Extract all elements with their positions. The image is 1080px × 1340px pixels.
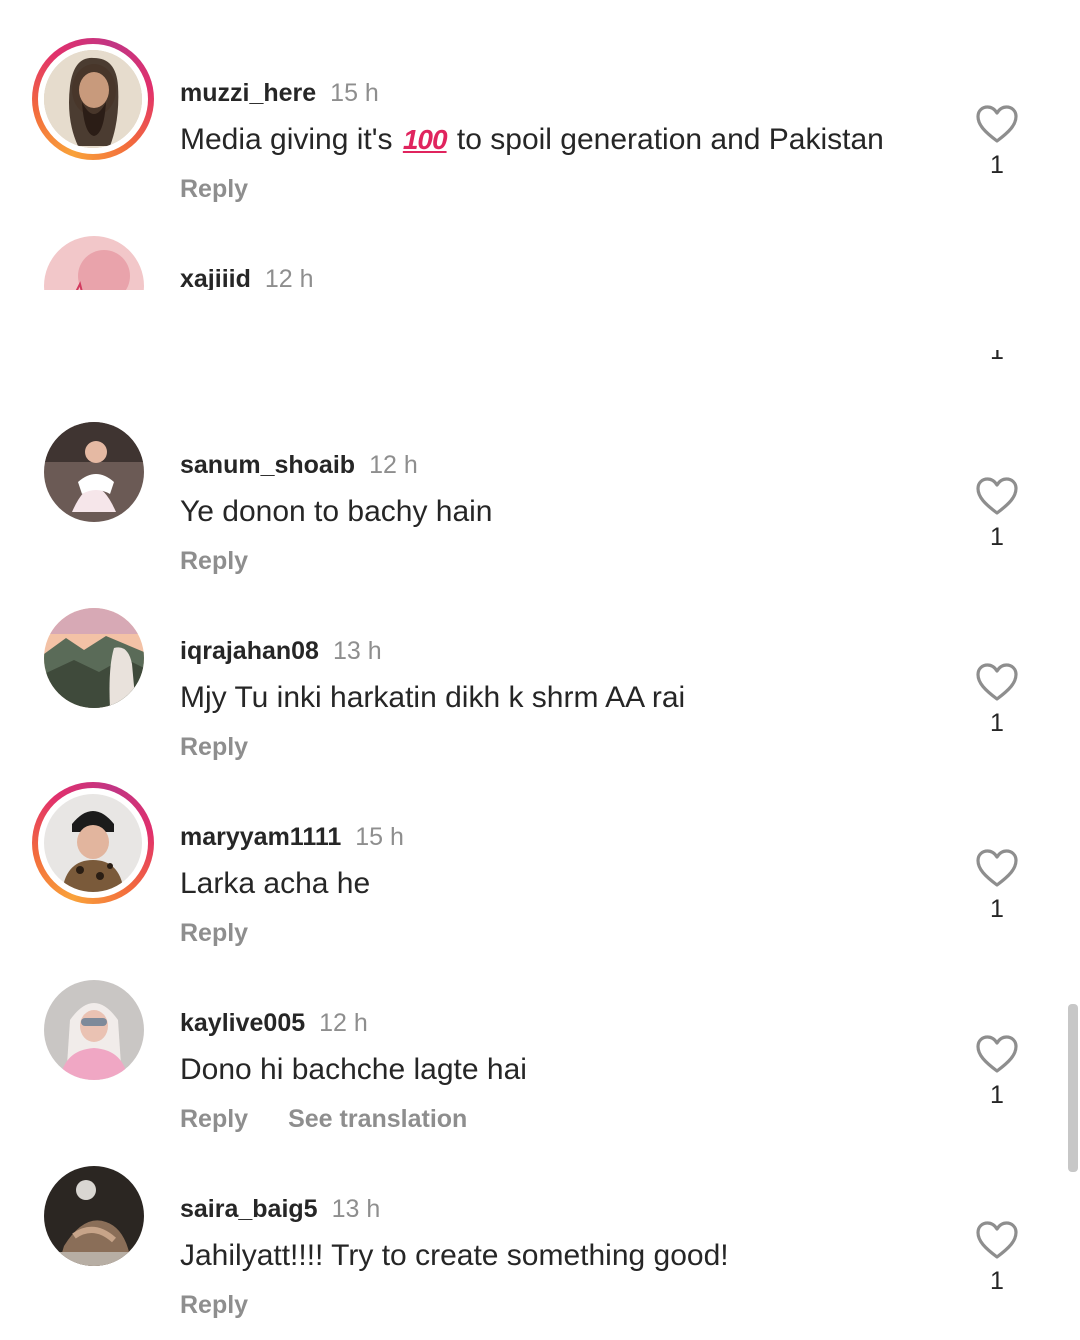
comment-username[interactable]: muzzi_here <box>180 79 316 107</box>
heart-outline-icon[interactable] <box>975 662 1019 702</box>
comment-time: 12 h <box>369 451 418 479</box>
comment-time: 15 h <box>330 79 379 107</box>
redaction-overlay <box>40 290 1080 350</box>
comment-time: 13 h <box>331 1195 381 1223</box>
comment-username[interactable]: saira_baig5 <box>180 1195 318 1223</box>
heart-outline-icon[interactable] <box>975 1220 1019 1260</box>
comment-username[interactable]: sanum_shoaib <box>180 451 355 479</box>
reply-button[interactable]: Reply <box>180 1105 248 1133</box>
comment-time: 12 h <box>264 265 314 293</box>
comment-username[interactable]: maryyam1111 <box>180 823 341 851</box>
comment-text: Larka acha he <box>180 867 371 900</box>
like-count: 1 <box>990 1267 1004 1295</box>
story-ring[interactable] <box>32 782 154 904</box>
comment-item: iqrajahan08 13 h Mjy Tu inki harkatin dik… <box>0 596 1080 782</box>
comment-time: 13 h <box>332 637 382 665</box>
heart-outline-icon[interactable] <box>975 1034 1019 1074</box>
reply-button[interactable]: Reply <box>180 919 248 947</box>
avatar[interactable] <box>44 794 142 892</box>
like-count: 1 <box>990 151 1004 179</box>
comment-item: kaylive005 12 h Dono hi bachche lagte hai… <box>0 968 1080 1154</box>
comment-text: Media giving it's 100 to spoil generatio… <box>180 123 884 156</box>
like-count: 1 <box>990 1081 1004 1109</box>
avatar[interactable] <box>44 50 142 148</box>
hundred-points-icon: 100 <box>402 124 448 155</box>
reply-button[interactable]: Reply <box>180 1291 248 1319</box>
heart-outline-icon[interactable] <box>975 476 1019 516</box>
see-translation-button[interactable]: See translation <box>288 1105 467 1133</box>
comment-item: sanum_shoaib 12 h Ye donon to bachy hain … <box>0 410 1080 596</box>
comment-time: 12 h <box>319 1009 368 1037</box>
comment-text: Ye donon to bachy hain <box>180 495 493 528</box>
heart-outline-icon[interactable] <box>975 848 1019 888</box>
comment-username[interactable]: iqrajahan08 <box>180 637 319 665</box>
reply-button[interactable]: Reply <box>180 733 248 761</box>
avatar[interactable] <box>44 608 144 708</box>
comment-text: Dono hi bachche lagte hai <box>180 1053 527 1086</box>
comment-username[interactable]: kaylive005 <box>180 1009 305 1037</box>
comment-text: Mjy Tu inki harkatin dikh k shrm AA rai <box>180 681 686 714</box>
avatar[interactable] <box>44 1166 144 1266</box>
like-count: 1 <box>990 523 1004 551</box>
avatar[interactable] <box>44 980 144 1080</box>
comment-item: saira_baig5 13 h Jahilyatt!!!! Try to cre… <box>0 1154 1080 1340</box>
heart-outline-icon[interactable] <box>975 104 1019 144</box>
comment-item: maryyam1111 15 h Larka acha he Reply 1 <box>0 782 1080 968</box>
comment-item: muzzi_here 15 h Media giving it's 100 to … <box>0 38 1080 224</box>
story-ring[interactable] <box>32 38 154 160</box>
avatar[interactable] <box>44 422 144 522</box>
reply-button[interactable]: Reply <box>180 547 248 575</box>
scrollbar-thumb[interactable] <box>1068 1004 1078 1172</box>
comment-username[interactable]: xajiiid <box>180 265 251 293</box>
comment-text: Jahilyatt!!!! Try to create something go… <box>180 1239 729 1272</box>
comment-time: 15 h <box>355 823 404 851</box>
reply-button[interactable]: Reply <box>180 175 248 203</box>
like-count: 1 <box>990 709 1004 737</box>
like-count: 1 <box>990 895 1004 923</box>
